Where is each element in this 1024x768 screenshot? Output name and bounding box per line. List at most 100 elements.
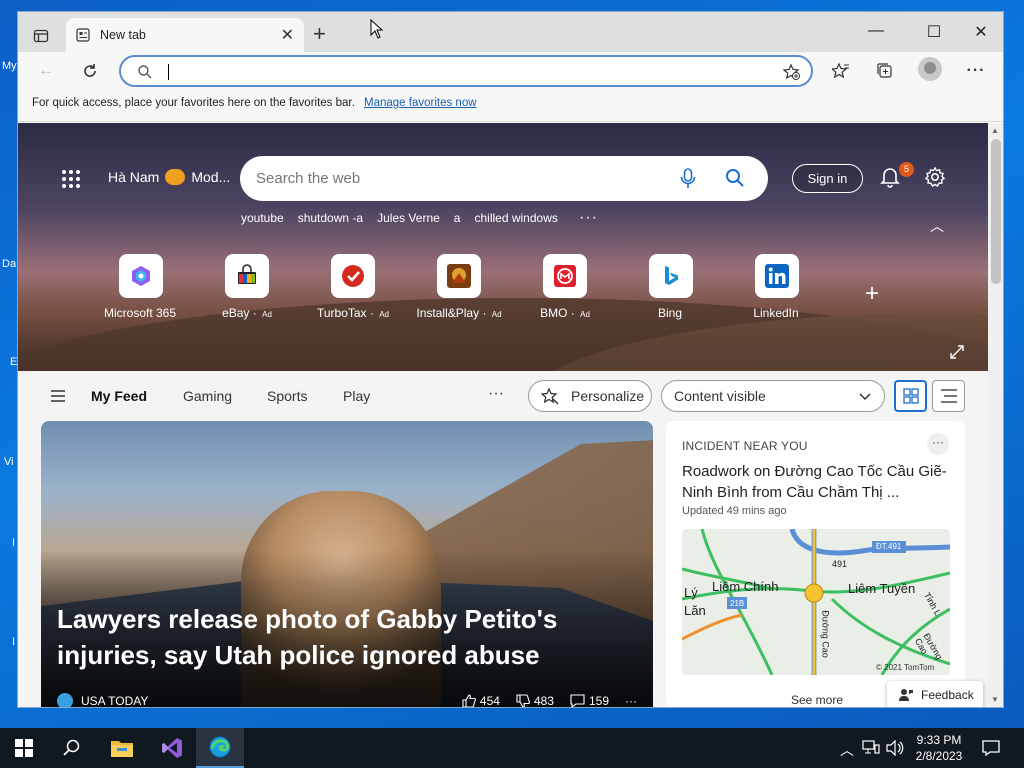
map-label: 491	[832, 559, 848, 569]
scroll-thumb[interactable]	[991, 139, 1001, 284]
microphone-icon[interactable]	[680, 168, 696, 190]
trending-searches: youtube shutdown -a Jules Verne a chille…	[241, 211, 558, 225]
like-button[interactable]: 454	[462, 694, 500, 707]
trending-more-icon[interactable]: ···	[579, 209, 598, 227]
install-play-icon	[437, 254, 481, 298]
top-story-card[interactable]: Lawyers release photo of Gabby Petito's …	[41, 421, 653, 708]
story-reactions: 454 483 159 ···	[462, 694, 637, 708]
desktop-icon-label[interactable]: I	[12, 537, 15, 549]
scroll-up-arrow-icon[interactable]: ▲	[991, 126, 999, 135]
quick-link-microsoft-365[interactable]: Microsoft 365	[88, 254, 194, 320]
trending-search-item[interactable]: chilled windows	[474, 211, 557, 225]
feed-menu-icon[interactable]	[50, 389, 66, 403]
taskbar-clock[interactable]: 9:33 PM 2/8/2023	[905, 732, 973, 764]
tab-strip: New tab ✕ + — ☐ ✕	[18, 12, 1003, 52]
quick-link-bmo[interactable]: BMO · Ad	[512, 254, 618, 320]
chevron-down-icon	[859, 393, 871, 401]
trending-search-item[interactable]: shutdown -a	[298, 211, 363, 225]
app-launcher-icon[interactable]	[62, 170, 80, 188]
quick-link-bing[interactable]: Bing	[618, 254, 724, 320]
address-bar[interactable]	[119, 55, 813, 87]
add-favorite-icon[interactable]	[783, 63, 801, 81]
more-menu-icon[interactable]: ···	[964, 60, 988, 82]
personalize-button[interactable]: Personalize	[528, 380, 652, 412]
content-visibility-select[interactable]: Content visible	[661, 380, 885, 412]
search-icon	[138, 65, 152, 79]
quick-link-ebay[interactable]: eBay · Ad	[194, 254, 300, 320]
quick-link-install-play[interactable]: Install&Play · Ad	[406, 254, 512, 320]
tab-sports[interactable]: Sports	[267, 388, 307, 404]
incident-title[interactable]: Roadwork on Đường Cao Tốc Cầu Giẽ-Ninh B…	[682, 461, 954, 503]
trending-search-item[interactable]: youtube	[241, 211, 284, 225]
story-source[interactable]: USA TODAY	[81, 694, 148, 707]
tab-my-feed[interactable]: My Feed	[91, 388, 147, 404]
sign-in-button[interactable]: Sign in	[792, 164, 863, 193]
collapse-chevron-icon[interactable]: ︿	[930, 216, 944, 236]
action-center-icon[interactable]	[982, 739, 1000, 757]
search-submit-icon[interactable]	[725, 168, 745, 188]
weather-widget[interactable]: Hà Nam Mod...	[108, 169, 230, 185]
notification-badge: 5	[899, 162, 914, 177]
taskbar-search-button[interactable]	[48, 728, 96, 768]
desktop-icon-label[interactable]: I	[12, 636, 15, 648]
map-label: Liêm Chính	[712, 579, 779, 594]
comment-count: 159	[588, 694, 609, 708]
page-scrollbar[interactable]: ▲ ▼	[988, 123, 1003, 707]
favorites-bar: For quick access, place your favorites h…	[18, 90, 1003, 122]
story-headline[interactable]: Lawyers release photo of Gabby Petito's …	[57, 601, 617, 673]
web-search-box[interactable]: Search the web	[240, 156, 768, 201]
card-more-icon[interactable]: ···	[927, 433, 949, 455]
story-more-icon[interactable]: ···	[625, 694, 637, 707]
tab-close-icon[interactable]: ✕	[281, 25, 294, 45]
desktop-icon-label[interactable]: Da	[2, 258, 16, 270]
edge-browser-button[interactable]	[196, 728, 244, 768]
dislike-button[interactable]: 483	[516, 694, 554, 707]
feedback-button[interactable]: Feedback	[887, 681, 983, 707]
new-tab-button[interactable]: +	[313, 23, 326, 45]
weather-location: Hà Nam	[108, 169, 160, 185]
show-hidden-icons-button[interactable]: ︿	[840, 740, 854, 760]
maximize-button[interactable]: ☐	[919, 22, 949, 42]
quick-link-linkedin[interactable]: LinkedIn	[724, 254, 830, 320]
back-button[interactable]: ←	[34, 60, 58, 82]
search-icon	[63, 739, 80, 756]
favorites-icon[interactable]	[829, 60, 853, 82]
tab-new-tab[interactable]: New tab ✕	[66, 18, 304, 52]
notifications-bell-icon[interactable]	[880, 166, 900, 188]
feed-more-icon[interactable]: ···	[488, 385, 504, 403]
browser-toolbar: ← ···	[18, 52, 1003, 90]
grid-view-button[interactable]	[894, 380, 927, 412]
comments-button[interactable]: 159	[570, 694, 609, 708]
scroll-down-arrow-icon[interactable]: ▼	[991, 695, 999, 704]
quick-link-label: eBay	[222, 306, 250, 320]
close-window-button[interactable]: ✕	[966, 22, 996, 42]
list-view-button[interactable]	[932, 380, 965, 412]
refresh-button[interactable]	[78, 60, 102, 82]
see-more-link[interactable]: See more	[791, 693, 843, 707]
visual-studio-button[interactable]	[148, 728, 196, 768]
start-button[interactable]	[0, 728, 48, 768]
profile-avatar[interactable]	[918, 57, 942, 81]
settings-gear-icon[interactable]	[924, 166, 946, 188]
network-icon[interactable]	[862, 740, 880, 756]
taskbar: ︿ 9:33 PM 2/8/2023	[0, 728, 1024, 768]
file-explorer-button[interactable]	[98, 728, 146, 768]
trending-search-item[interactable]: a	[454, 211, 461, 225]
quick-link-turbotax[interactable]: TurboTax · Ad	[300, 254, 406, 320]
incident-updated: Updated 49 mins ago	[682, 505, 787, 517]
manage-favorites-link[interactable]: Manage favorites now	[364, 97, 477, 109]
trending-search-item[interactable]: Jules Verne	[377, 211, 440, 225]
desktop-icon-label[interactable]: Vi	[4, 456, 14, 468]
incident-map[interactable]: Liêm Chính Liêm Tuyền ĐT.491 21B Lý Lăn …	[682, 529, 950, 675]
tab-actions-icon[interactable]	[28, 23, 54, 49]
desktop-icon-label[interactable]: My	[2, 60, 17, 72]
windows-logo-icon	[15, 739, 33, 757]
add-quick-link-button[interactable]: +	[865, 280, 879, 308]
tab-play[interactable]: Play	[343, 388, 370, 404]
expand-icon[interactable]	[950, 345, 964, 359]
tab-gaming[interactable]: Gaming	[183, 388, 232, 404]
volume-icon[interactable]	[886, 740, 904, 756]
collections-icon[interactable]	[873, 60, 897, 82]
minimize-button[interactable]: —	[861, 22, 891, 40]
incident-card[interactable]: INCIDENT NEAR YOU ··· Roadwork on Đường …	[666, 421, 965, 707]
